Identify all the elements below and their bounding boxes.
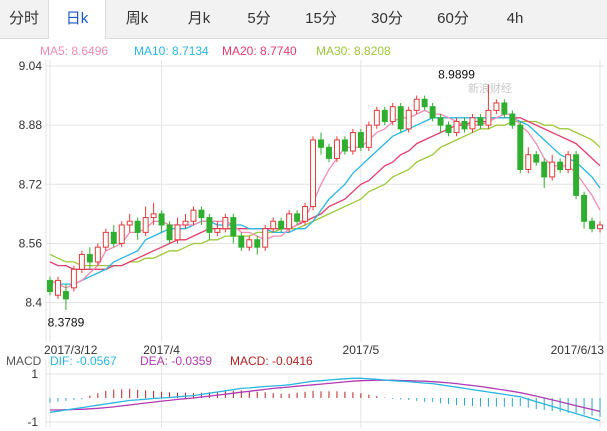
- candle-body: [509, 113, 516, 126]
- candle-body: [86, 254, 93, 263]
- candle-body: [230, 217, 237, 237]
- candle-body: [565, 154, 572, 171]
- candle-body: [174, 224, 181, 241]
- candle-body: [501, 102, 508, 115]
- macd-legend-item: DEA: -0.0359: [140, 354, 213, 368]
- candle-body: [190, 209, 197, 222]
- candle-body: [405, 109, 412, 130]
- candle-body: [246, 239, 253, 248]
- candle-body: [493, 102, 500, 111]
- candle-body: [102, 231, 109, 248]
- candle-body: [118, 224, 125, 244]
- candle-body: [525, 154, 532, 171]
- candle-body: [381, 109, 388, 122]
- candle-body: [445, 124, 452, 134]
- candle-body: [477, 117, 484, 126]
- dif-line: [49, 377, 601, 422]
- candle-body: [349, 132, 356, 152]
- candle-body: [206, 217, 213, 233]
- candle-body: [533, 154, 540, 163]
- y-tick-label: 8.4: [25, 296, 42, 310]
- candle-body: [278, 220, 285, 230]
- candle-body: [413, 98, 420, 111]
- candle-body: [78, 254, 85, 270]
- price-annotation: 8.9899: [438, 68, 475, 82]
- candle-body: [62, 291, 69, 300]
- candle-body: [541, 161, 548, 178]
- macd-y-tick: -1: [27, 415, 38, 429]
- candle-body: [461, 120, 468, 130]
- y-tick-label: 9.04: [19, 59, 43, 73]
- candle-body: [373, 109, 380, 126]
- candle-body: [437, 117, 444, 126]
- candle-body: [158, 213, 165, 226]
- macd-legend-item: MACD: -0.0416: [230, 354, 313, 368]
- watermark: 新浪财经: [468, 81, 512, 95]
- candle-body: [47, 279, 53, 293]
- candle-body: [302, 205, 309, 222]
- candle-body: [429, 106, 436, 119]
- candle-body: [397, 106, 404, 130]
- candle-body: [517, 124, 524, 171]
- candle-body: [341, 139, 348, 152]
- candle-body: [326, 146, 332, 159]
- candle-body: [294, 213, 301, 222]
- candle-body: [214, 228, 221, 233]
- candle-body: [597, 224, 603, 230]
- candle-body: [110, 231, 117, 244]
- candle-body: [421, 98, 428, 108]
- candle-body: [589, 220, 596, 230]
- candle-body: [142, 217, 149, 233]
- candle-body: [310, 139, 317, 207]
- candle-body: [254, 239, 261, 248]
- candle-body: [126, 220, 133, 226]
- candle-body: [469, 117, 476, 130]
- candle-body: [166, 224, 173, 241]
- candle-body: [286, 213, 293, 230]
- x-tick-label: 2017/5: [343, 343, 380, 357]
- candle-body: [222, 217, 229, 230]
- candle-body: [238, 235, 245, 248]
- y-tick-label: 8.88: [19, 118, 43, 132]
- candle-body: [365, 124, 372, 148]
- candle-body: [94, 246, 101, 263]
- candle-body: [182, 220, 189, 226]
- candle-body: [262, 228, 269, 248]
- candle-body: [573, 154, 580, 196]
- price-annotation: 8.3789: [48, 315, 85, 329]
- candle-body: [134, 220, 141, 233]
- candle-body: [581, 194, 588, 222]
- candle-body: [270, 220, 277, 230]
- candle-body: [150, 213, 157, 219]
- candle-body: [485, 109, 492, 126]
- macd-legend-item: DIF: -0.0567: [50, 354, 117, 368]
- candle-body: [389, 106, 396, 122]
- y-tick-label: 8.72: [19, 177, 43, 191]
- candle-body: [54, 279, 61, 296]
- candle-body: [453, 120, 460, 134]
- candle-body: [198, 209, 205, 219]
- candle-body: [357, 132, 364, 148]
- x-tick-label: 2017/6/13: [551, 343, 605, 357]
- candle-body: [70, 268, 77, 289]
- candle-body: [318, 139, 324, 148]
- candle-body: [549, 161, 556, 178]
- candle-body: [333, 139, 340, 159]
- macd-y-tick: 1: [31, 367, 38, 381]
- candle-body: [557, 161, 564, 171]
- macd-title: MACD: [6, 354, 42, 368]
- y-tick-label: 8.56: [19, 236, 43, 250]
